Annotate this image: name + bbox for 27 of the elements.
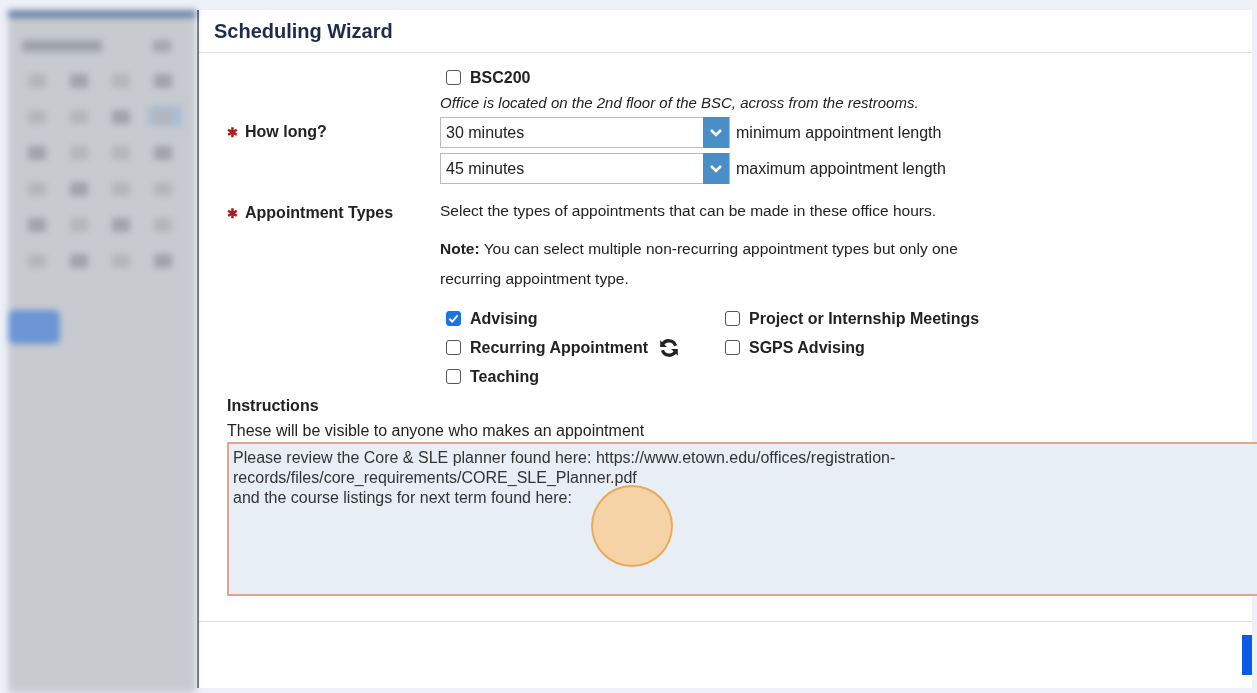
checkbox-label[interactable]: Recurring Appointment [470,338,649,357]
checkbox[interactable] [725,311,740,326]
note-text: Note: You can select multiple non-recurring appointment types but only one recurring appointment type. [440,239,959,289]
checkbox[interactable] [725,340,740,355]
checkbox-label[interactable]: Project or Internship Meetings [749,309,980,328]
field-label: Appointment Types [245,204,394,222]
checkbox[interactable] [446,369,461,384]
checkbox-label[interactable]: SGPS Advising [749,338,865,357]
instructions-field[interactable]: Please review the Core & SLE planner found here: https://www.etown.edu/offices/registration- records/files/core_requirements/CORE_SLE_Planner.pdf and the course listings for next term found here: [227,442,1257,596]
section-heading: Instructions [227,397,320,415]
dropdown-field[interactable]: 45 minutes [440,153,730,184]
dropdown-field[interactable]: 30 minutes [440,117,730,148]
field-hint: These will be visible to anyone who makes an appointment [227,422,646,440]
required-marker: ✱ [227,125,238,140]
checkbox[interactable] [446,311,461,326]
dialog-title: Scheduling Wizard [214,19,393,43]
field-hint: minimum appointment length [736,123,942,142]
checkbox[interactable] [446,70,461,85]
checkbox[interactable] [446,340,461,355]
checkbox-label[interactable]: BSC200 [470,68,531,87]
checkbox-label[interactable]: Teaching [470,367,540,386]
field-label: How long? [245,123,327,141]
checkbox-label[interactable]: Advising [470,309,538,328]
required-marker: ✱ [227,206,238,221]
field-hint: maximum appointment length [736,159,946,178]
location-note: Office is located on the 2nd floor of the BSC, across from the restrooms. [440,94,920,111]
field-description: Select the types of appointments that can be made in these office hours. [440,202,938,220]
